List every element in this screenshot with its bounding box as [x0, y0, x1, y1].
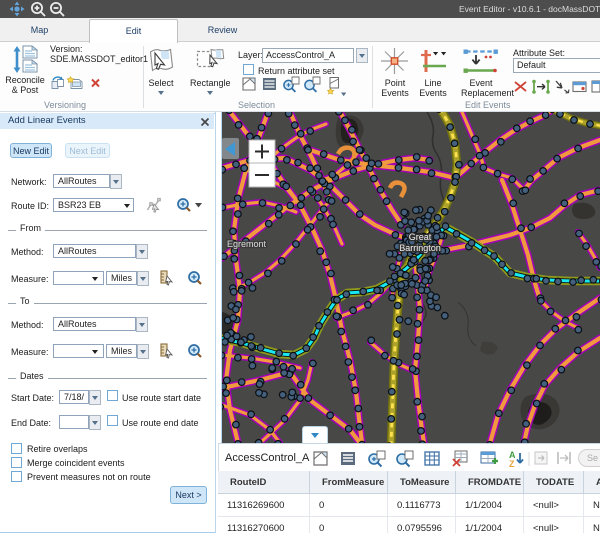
svg-text:Egremont: Egremont: [227, 239, 267, 249]
svg-text:Barrington: Barrington: [399, 243, 441, 253]
svg-text:Z: Z: [509, 459, 515, 469]
svg-text:Great: Great: [409, 232, 432, 242]
